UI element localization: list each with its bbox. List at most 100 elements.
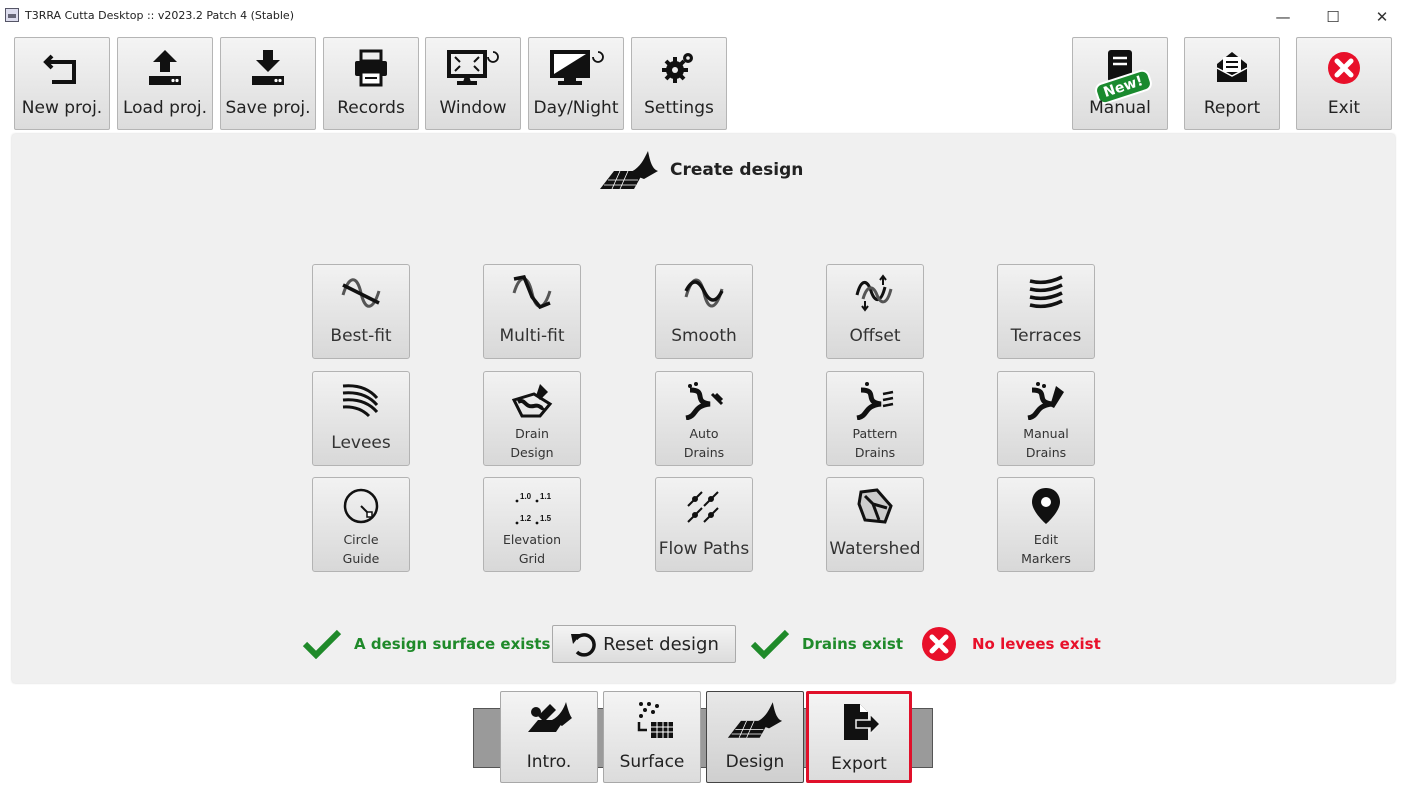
report-button[interactable]: Report	[1184, 37, 1280, 130]
reset-arrow-icon	[571, 633, 596, 657]
report-label: Report	[1203, 98, 1261, 118]
flow-paths-icon	[687, 491, 719, 523]
tab-design-label: Design	[725, 752, 785, 772]
manual-drains-label-line2: Drains	[1025, 445, 1067, 460]
printer-icon	[355, 49, 387, 87]
window-label: Window	[439, 98, 507, 118]
terraces-button[interactable]: Terraces	[997, 264, 1095, 359]
new-project-button[interactable]: New proj.	[14, 37, 110, 130]
flow-paths-button[interactable]: Flow Paths	[655, 477, 753, 572]
multi-fit-icon	[512, 274, 552, 310]
pattern-drains-icon	[856, 382, 894, 420]
red-x-icon	[922, 627, 956, 661]
pattern-drains-label-line1: Pattern	[852, 426, 898, 441]
report-envelope-icon	[1216, 52, 1248, 82]
auto-drains-label-line2: Drains	[683, 445, 725, 460]
reset-design-button[interactable]: Reset design	[552, 625, 736, 663]
edit-markers-button[interactable]: Edit Markers	[997, 477, 1095, 572]
gears-icon	[662, 53, 693, 83]
surface-points-icon	[637, 702, 673, 738]
best-fit-icon	[341, 278, 381, 308]
circle-guide-label-line1: Circle	[343, 532, 379, 547]
window-button[interactable]: Window	[425, 37, 521, 130]
drain-design-label-line1: Drain	[515, 426, 549, 441]
elevation-grid-label: Elevation Grid	[490, 530, 574, 568]
manual-drains-label-line1: Manual	[1023, 426, 1069, 441]
grid-value-1-0: 1.0	[520, 492, 532, 501]
settings-button[interactable]: Settings	[631, 37, 727, 130]
design-surface-icon	[600, 151, 658, 190]
green-check-icon	[302, 629, 342, 659]
offset-button[interactable]: Offset	[826, 264, 924, 359]
circle-guide-button[interactable]: Circle Guide	[312, 477, 410, 572]
tab-intro[interactable]: Intro.	[500, 691, 598, 783]
undo-arrow-icon	[43, 54, 76, 84]
day-night-button[interactable]: Day/Night	[528, 37, 624, 130]
edit-markers-label: Edit Markers	[1004, 530, 1088, 568]
levees-status: No levees exist	[920, 625, 1101, 663]
minimize-button[interactable]: —	[1263, 4, 1303, 30]
edit-markers-label-line1: Edit	[1033, 532, 1059, 547]
window-title: T3RRA Cutta Desktop :: v2023.2 Patch 4 (…	[25, 9, 294, 22]
close-window-button[interactable]: ✕	[1362, 4, 1402, 30]
exit-button[interactable]: Exit	[1296, 37, 1392, 130]
drain-design-label: Drain Design	[490, 424, 574, 462]
flow-paths-label: Flow Paths	[658, 539, 750, 559]
drains-status-text: Drains exist	[802, 635, 904, 653]
drains-status: Drains exist	[750, 625, 903, 663]
pattern-drains-label: Pattern Drains	[833, 424, 917, 462]
best-fit-label: Best-fit	[330, 326, 392, 346]
circle-guide-icon	[343, 488, 379, 524]
smooth-button[interactable]: Smooth	[655, 264, 753, 359]
pattern-drains-button[interactable]: Pattern Drains	[826, 371, 924, 466]
settings-label: Settings	[644, 98, 714, 118]
manual-button[interactable]: New! Manual	[1072, 37, 1168, 130]
multi-fit-label: Multi-fit	[499, 326, 565, 346]
smooth-wave-icon	[684, 278, 724, 308]
drain-design-label-line2: Design	[510, 445, 554, 460]
watershed-button[interactable]: Watershed	[826, 477, 924, 572]
levees-icon	[342, 384, 379, 418]
exit-x-icon	[1328, 52, 1360, 84]
levees-button[interactable]: Levees	[312, 371, 410, 466]
design-surface-status: A design surface exists	[302, 625, 550, 663]
tab-intro-label: Intro.	[526, 752, 572, 772]
grid-value-1-2: 1.2	[520, 514, 532, 523]
export-file-icon	[844, 704, 882, 740]
manual-drains-label: Manual Drains	[1004, 424, 1088, 462]
load-project-label: Load proj.	[122, 98, 208, 118]
watershed-icon	[857, 488, 893, 524]
green-check-icon	[750, 629, 790, 659]
edit-markers-label-line2: Markers	[1021, 551, 1071, 566]
pattern-drains-label-line2: Drains	[854, 445, 896, 460]
maximize-button[interactable]: ☐	[1313, 4, 1353, 30]
best-fit-button[interactable]: Best-fit	[312, 264, 410, 359]
elevation-grid-label-line2: Grid	[518, 551, 546, 566]
auto-drains-button[interactable]: Auto Drains	[655, 371, 753, 466]
manual-drains-button[interactable]: Manual Drains	[997, 371, 1095, 466]
offset-icon	[855, 274, 893, 312]
load-project-button[interactable]: Load proj.	[117, 37, 213, 130]
multi-fit-button[interactable]: Multi-fit	[483, 264, 581, 359]
panel-header: Create design	[598, 148, 803, 192]
tab-export[interactable]: Export	[806, 691, 912, 783]
app-icon	[5, 8, 19, 22]
elevation-grid-label-line1: Elevation	[502, 532, 562, 547]
tab-design[interactable]: Design	[706, 691, 804, 783]
window-monitor-icon	[447, 50, 499, 85]
elevation-grid-button[interactable]: 1.0 1.1 1.2 1.5 Elevation Grid	[483, 477, 581, 572]
drain-design-button[interactable]: Drain Design	[483, 371, 581, 466]
download-icon	[252, 50, 284, 85]
records-label: Records	[337, 98, 405, 118]
smooth-label: Smooth	[671, 326, 737, 346]
tab-surface[interactable]: Surface	[603, 691, 701, 783]
offset-label: Offset	[849, 326, 901, 346]
tab-export-label: Export	[831, 754, 887, 774]
reset-design-label: Reset design	[603, 633, 719, 655]
save-project-button[interactable]: Save proj.	[220, 37, 316, 130]
map-marker-icon	[1032, 488, 1060, 524]
circle-guide-label-line2: Guide	[342, 551, 380, 566]
terraces-icon	[1029, 275, 1063, 309]
records-button[interactable]: Records	[323, 37, 419, 130]
tab-surface-label: Surface	[619, 752, 685, 772]
